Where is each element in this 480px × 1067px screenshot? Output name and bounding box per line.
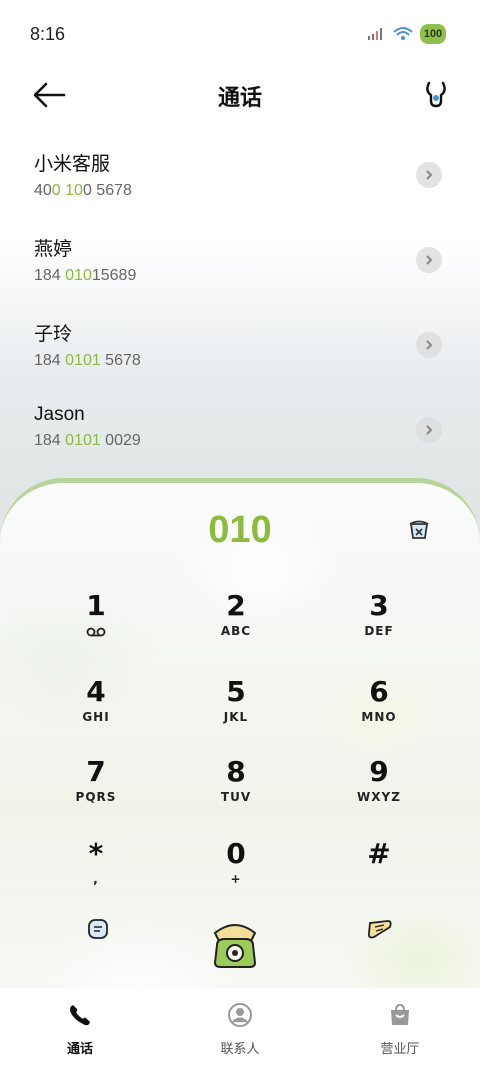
dial-pad: 010 1 2 ABC 3 DEF 4 GHI 5 JKL 6 MNO 7 PQ… (0, 478, 480, 988)
contact-number: 184 01015689 (34, 267, 137, 284)
contact-row[interactable]: 燕婷 184 01015689 (0, 230, 480, 315)
signal-icon (368, 28, 382, 40)
dial-key-0[interactable]: 0 + (181, 837, 291, 917)
dial-key-7[interactable]: 7 PQRS (41, 755, 151, 835)
contact-name: Jason (34, 404, 85, 425)
dial-key-4[interactable]: 4 GHI (41, 675, 151, 755)
dial-key-star[interactable]: * , (41, 837, 151, 917)
scroll-icon[interactable] (366, 917, 394, 941)
chevron-right-icon (426, 170, 433, 180)
dial-key-3[interactable]: 3 DEF (324, 589, 434, 669)
contact-detail-button[interactable] (416, 332, 442, 358)
dial-key-1[interactable]: 1 (41, 589, 151, 669)
settings-icon[interactable] (422, 78, 450, 110)
shopping-bag-icon (391, 1003, 409, 1025)
delete-icon[interactable] (408, 519, 430, 541)
status-bar: 8:16 100 (0, 0, 480, 68)
contact-number: 184 0101 0029 (34, 432, 141, 449)
dial-key-6[interactable]: 6 MNO (324, 675, 434, 755)
battery-icon: 100 (420, 24, 446, 44)
contact-number: 184 0101 5678 (34, 352, 141, 369)
contact-row[interactable]: Jason 184 0101 0029 (0, 400, 480, 485)
contact-detail-button[interactable] (416, 162, 442, 188)
bottom-navigation: 通话 联系人 营业厅 (0, 988, 480, 1067)
contact-detail-button[interactable] (416, 247, 442, 273)
contact-row[interactable]: 小米客服 400 100 5678 (0, 145, 480, 230)
chevron-right-icon (426, 425, 433, 435)
page-title: 通话 (217, 86, 262, 111)
status-icons: 100 (366, 24, 446, 44)
header: 通话 (0, 68, 480, 122)
phone-icon (70, 1005, 90, 1026)
status-time: 8:16 (30, 23, 66, 44)
contact-name: 燕婷 (34, 239, 73, 260)
dial-key-2[interactable]: 2 ABC (181, 589, 291, 669)
contact-name: 小米客服 (34, 154, 111, 175)
nav-tab-contacts[interactable]: 联系人 (180, 988, 300, 1057)
contact-row[interactable]: 子玲 184 0101 5678 (0, 315, 480, 400)
contacts-icon (228, 1003, 252, 1027)
contact-name: 子玲 (34, 324, 73, 345)
contact-detail-button[interactable] (416, 417, 442, 443)
contact-suggestions-list: 小米客服 400 100 5678 燕婷 184 01015689 子玲 184… (0, 145, 480, 485)
nav-tab-calls[interactable]: 通话 (20, 988, 140, 1057)
dial-key-9[interactable]: 9 WXYZ (324, 755, 434, 835)
notes-icon[interactable] (86, 917, 110, 941)
wifi-icon (393, 27, 413, 40)
chevron-right-icon (426, 255, 433, 265)
dial-key-hash[interactable]: # (324, 837, 434, 917)
chevron-right-icon (426, 340, 433, 350)
dial-key-8[interactable]: 8 TUV (181, 755, 291, 835)
contact-number: 400 100 5678 (34, 182, 132, 199)
call-phone-icon[interactable] (207, 915, 263, 971)
voicemail-icon (86, 627, 106, 637)
dial-key-5[interactable]: 5 JKL (181, 675, 291, 755)
nav-tab-store[interactable]: 营业厅 (340, 988, 460, 1057)
